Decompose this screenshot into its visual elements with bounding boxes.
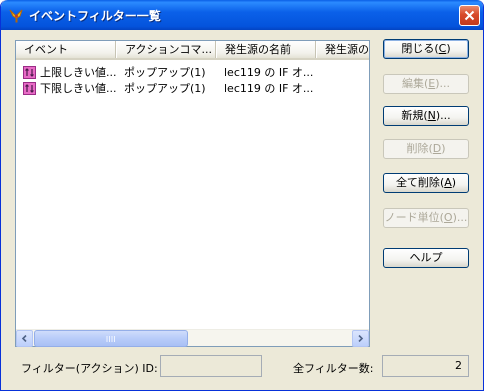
- horizontal-scrollbar[interactable]: [16, 329, 369, 347]
- scroll-right-button[interactable]: [352, 330, 369, 347]
- row-action: ポップアップ(1): [124, 66, 206, 79]
- grip-icon: [106, 336, 115, 342]
- filter-event-icon: [23, 66, 36, 79]
- delete-button-key: D: [432, 142, 442, 155]
- total-filters-value: 2: [455, 359, 462, 372]
- filter-id-label: フィルター(アクション) ID:: [21, 362, 158, 375]
- scroll-left-button[interactable]: [16, 330, 33, 347]
- close-window-button[interactable]: [459, 5, 480, 26]
- window-title: イベントフィルター一覧: [29, 9, 161, 23]
- node-unit-button-label: ノード単位: [384, 211, 440, 224]
- filter-event-icon: [23, 82, 36, 95]
- delete-button[interactable]: 削除(D): [383, 139, 469, 159]
- row-source: lec119 の IF オ...: [224, 82, 314, 95]
- node-unit-button-key: O: [443, 211, 453, 224]
- close-button[interactable]: 閉じる(C): [383, 39, 469, 59]
- node-unit-button[interactable]: ノード単位(O)...: [383, 208, 469, 228]
- new-button-suffix: ...: [440, 109, 451, 122]
- scroll-left-icon: [21, 335, 27, 342]
- total-filters-label: 全フィルター数:: [293, 362, 374, 375]
- delete-all-button-key: A: [444, 176, 452, 189]
- close-button-label: 閉じる: [401, 42, 435, 55]
- scroll-right-icon: [358, 335, 364, 342]
- help-button-label: ヘルプ: [409, 251, 443, 264]
- table-row[interactable]: 上限しきい値... ポップアップ(1) lec119 の IF オ...: [19, 65, 369, 80]
- row-event: 上限しきい値...: [40, 66, 117, 79]
- new-button[interactable]: 新規(N)...: [383, 106, 469, 126]
- edit-button-key: E: [428, 77, 436, 90]
- edit-button[interactable]: 編集(E)...: [383, 74, 469, 94]
- new-button-key: N: [427, 109, 436, 122]
- column-header-event[interactable]: イベント: [16, 41, 117, 58]
- total-filters-field: 2: [382, 355, 469, 377]
- app-bird-icon: [8, 7, 25, 24]
- delete-all-button-label: 全て削除: [395, 176, 440, 189]
- scrollbar-thumb[interactable]: [34, 330, 188, 347]
- row-event: 下限しきい値...: [40, 82, 117, 95]
- edit-button-label: 編集: [401, 77, 424, 90]
- row-source: lec119 の IF オ...: [224, 66, 314, 79]
- delete-button-label: 削除: [406, 142, 429, 155]
- close-button-key: C: [438, 42, 447, 55]
- event-filter-list-dialog: イベントフィルター一覧 イベント アクションコマ... 発生源の名前 発生源の …: [0, 0, 484, 391]
- help-button[interactable]: ヘルプ: [383, 248, 469, 268]
- column-header-source-name[interactable]: 発生源の名前: [217, 41, 317, 58]
- edit-button-suffix: ...: [439, 77, 451, 90]
- close-icon: [464, 10, 475, 21]
- filter-id-field: [160, 355, 262, 377]
- list-header: イベント アクションコマ... 発生源の名前 発生源の: [16, 41, 369, 60]
- title-bar[interactable]: イベントフィルター一覧: [1, 0, 483, 30]
- delete-all-button[interactable]: 全て削除(A): [383, 173, 469, 193]
- column-header-source-extra[interactable]: 発生源の: [317, 41, 369, 58]
- filter-list-view[interactable]: イベント アクションコマ... 発生源の名前 発生源の 上限しきい値... ポッ…: [15, 40, 370, 347]
- node-unit-button-suffix: ...: [456, 211, 468, 224]
- table-row[interactable]: 下限しきい値... ポップアップ(1) lec119 の IF オ...: [19, 81, 369, 96]
- column-header-action[interactable]: アクションコマ...: [117, 41, 217, 58]
- new-button-label: 新規: [401, 109, 424, 122]
- row-action: ポップアップ(1): [124, 82, 206, 95]
